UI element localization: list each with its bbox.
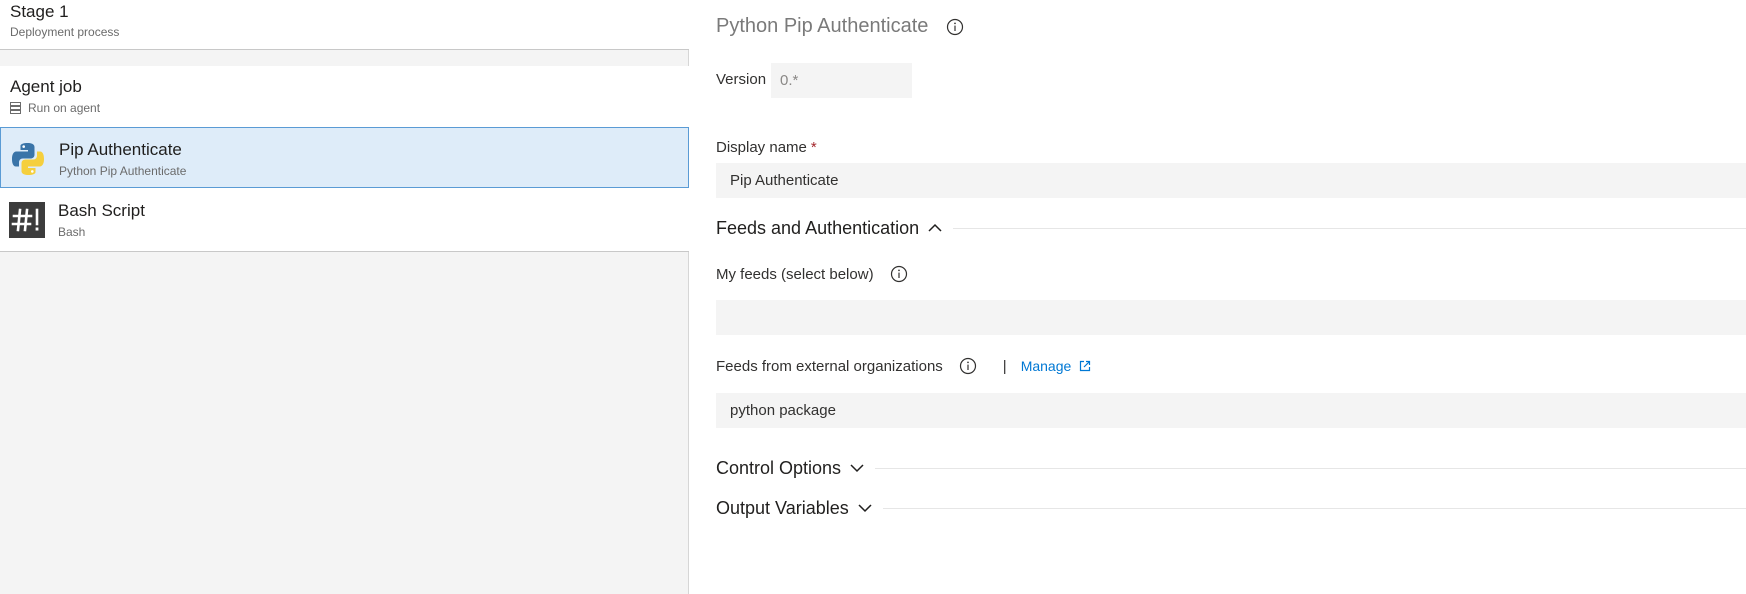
external-link-icon [1080,360,1091,372]
my-feeds-label: My feeds (select below) [716,265,908,283]
external-feeds-select[interactable]: python package [716,393,1746,428]
agent-job-subtitle-text: Run on agent [28,101,101,115]
task-heading: Python Pip Authenticate [716,15,964,38]
section-divider [875,467,1746,469]
manage-link-text: Manage [1020,358,1072,374]
task-properties-pane: Python Pip Authenticate Version 0.* Disp… [690,0,1746,594]
task-title: Bash Script [58,201,145,220]
task-subtitle: Bash [58,225,86,239]
release-pipeline-editor: Stage 1 Deployment process Agent job Run… [0,0,1746,594]
info-icon[interactable] [946,18,964,36]
task-heading-text: Python Pip Authenticate [716,15,929,37]
section-title: Output Variables [716,497,849,518]
stage-subtitle: Deployment process [10,25,120,39]
section-divider [882,507,1746,509]
chevron-up-icon [928,223,942,232]
separator: | [1002,357,1007,375]
external-feeds-label: Feeds from external organizations | Mana… [716,357,1091,375]
agent-job-title: Agent job [10,77,82,96]
display-name-input[interactable]: Pip Authenticate [716,163,1746,198]
server-icon [10,102,21,114]
my-feeds-select[interactable] [716,300,1746,335]
task-item-bash-script[interactable]: Bash Script Bash [0,189,689,250]
python-icon [12,143,44,175]
info-icon[interactable] [890,265,908,283]
my-feeds-label-text: My feeds (select below) [716,265,874,283]
section-control-options[interactable]: Control Options [716,455,1746,481]
version-label: Version [716,71,767,88]
stage-header[interactable]: Stage 1 Deployment process [0,0,689,50]
chevron-down-icon [850,464,864,473]
stage-title: Stage 1 [10,2,69,21]
section-divider [953,227,1746,229]
agent-job-subtitle: Run on agent [10,101,100,115]
display-name-label-text: Display name [716,139,807,156]
required-marker: * [810,139,817,156]
info-icon[interactable] [959,357,977,375]
pipeline-tasks-pane: Stage 1 Deployment process Agent job Run… [0,0,689,594]
task-subtitle: Python Pip Authenticate [59,164,187,178]
task-list: Agent job Run on agent Pip Authenticate … [0,66,689,252]
task-item-pip-authenticate[interactable]: Pip Authenticate Python Pip Authenticate [0,127,689,188]
external-feeds-label-text: Feeds from external organizations [716,357,943,375]
chevron-down-icon [858,504,872,513]
section-title: Control Options [716,457,842,478]
display-name-label: Display name * [716,139,817,156]
version-select[interactable]: 0.* [771,63,912,98]
task-title: Pip Authenticate [59,140,182,159]
section-output-variables[interactable]: Output Variables [716,495,1746,521]
section-title: Feeds and Authentication [716,217,920,238]
agent-job-item[interactable]: Agent job Run on agent [0,66,689,127]
manage-link[interactable]: Manage [1021,358,1092,374]
section-feeds-authentication[interactable]: Feeds and Authentication [716,215,1746,241]
bash-icon [9,202,45,238]
